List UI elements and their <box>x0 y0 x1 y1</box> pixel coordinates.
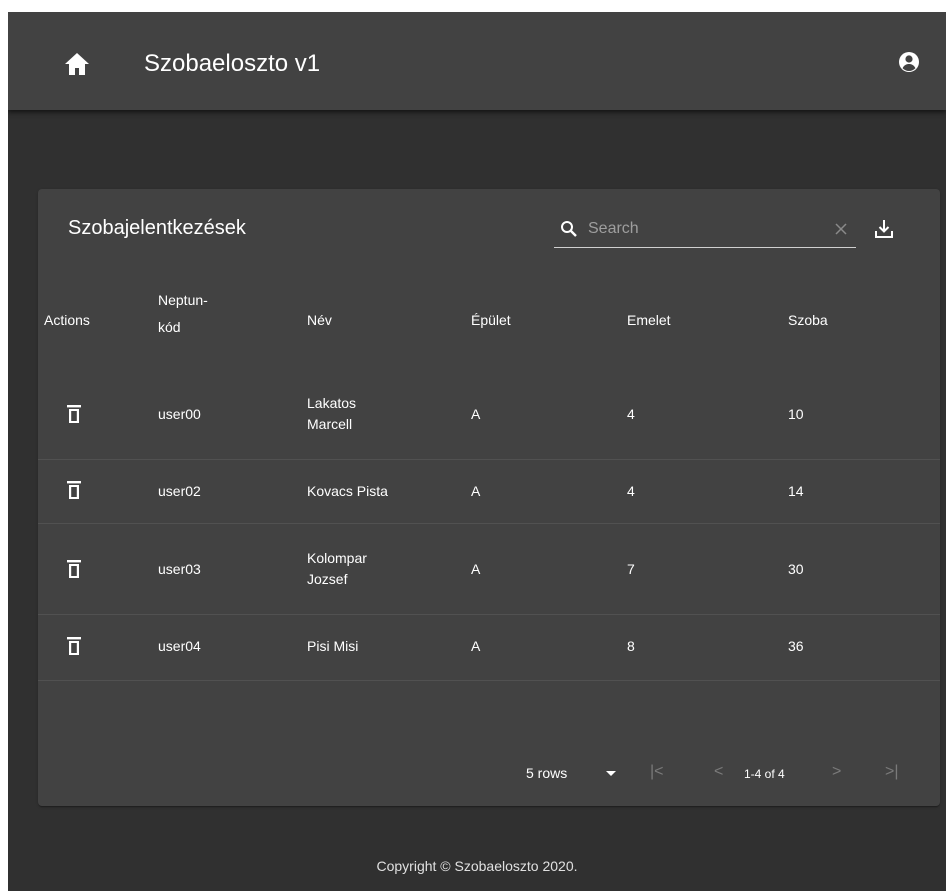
account-circle-icon[interactable] <box>897 50 921 74</box>
cell-room: 10 <box>788 406 804 422</box>
delete-icon[interactable] <box>66 636 82 656</box>
cell-room: 14 <box>788 483 804 499</box>
table-row: user02 Kovacs Pista A 4 14 <box>38 460 940 524</box>
column-header-room[interactable]: Szoba <box>788 310 828 331</box>
table-row: user04 Pisi Misi A 8 36 <box>38 615 940 681</box>
cell-building: A <box>471 483 481 499</box>
cell-name: Kolompar Jozsef <box>307 548 367 590</box>
cell-floor: 4 <box>627 483 635 499</box>
cell-floor: 4 <box>627 406 635 422</box>
clear-icon[interactable] <box>833 221 849 237</box>
search-icon <box>560 220 578 238</box>
registrations-table-card: Szobajelentkezések Actions Neptun- kód N… <box>38 189 940 806</box>
last-page-button[interactable]: >| <box>885 763 899 781</box>
delete-icon[interactable] <box>66 404 82 424</box>
app-root: Szobaeloszto v1 Szobajelentkezések Searc… <box>8 12 946 891</box>
home-icon[interactable] <box>64 52 90 76</box>
cell-neptun: user00 <box>158 406 201 422</box>
first-page-button[interactable]: |< <box>650 763 664 781</box>
pagination-bar: 5 rows |< < 1-4 of 4 > >| <box>38 753 940 793</box>
copyright-text: Copyright © Szobaeloszto 2020. <box>376 858 578 874</box>
column-header-floor[interactable]: Emelet <box>627 310 671 331</box>
cell-neptun: user04 <box>158 638 201 654</box>
table-row: user03 Kolompar Jozsef A 7 30 <box>38 524 940 615</box>
cell-name: Lakatos Marcell <box>307 393 356 435</box>
next-page-button[interactable]: > <box>832 763 841 781</box>
table-title: Szobajelentkezések <box>68 217 246 239</box>
column-header-neptun[interactable]: Neptun- kód <box>158 290 208 338</box>
cell-room: 36 <box>788 638 804 654</box>
cell-neptun: user02 <box>158 483 201 499</box>
cell-floor: 8 <box>627 638 635 654</box>
app-title: Szobaeloszto v1 <box>144 50 321 77</box>
cell-building: A <box>471 561 481 577</box>
cell-neptun: user03 <box>158 561 201 577</box>
cell-name: Pisi Misi <box>307 638 359 654</box>
column-header-actions: Actions <box>44 312 90 328</box>
column-header-neptun-line1: Neptun- <box>158 292 208 308</box>
cell-name-line1: Lakatos <box>307 395 357 411</box>
table-row: user00 Lakatos Marcell A 4 10 <box>38 369 940 460</box>
page-info: 1-4 of 4 <box>744 767 785 781</box>
dropdown-caret-icon[interactable] <box>606 771 616 776</box>
delete-icon[interactable] <box>66 559 82 579</box>
column-header-building[interactable]: Épület <box>471 310 511 331</box>
cell-building: A <box>471 638 481 654</box>
cell-name-line2: Marcell <box>307 416 353 432</box>
previous-page-button[interactable]: < <box>714 763 723 781</box>
cell-name-line2: Jozsef <box>307 571 348 587</box>
cell-floor: 7 <box>627 561 635 577</box>
search-field[interactable] <box>554 212 856 248</box>
app-bar: Szobaeloszto v1 <box>8 12 946 110</box>
search-input[interactable] <box>588 218 808 240</box>
column-header-name[interactable]: Név <box>307 310 332 331</box>
cell-name-line1: Kolompar <box>307 550 367 566</box>
rows-per-page-select[interactable]: 5 rows <box>526 765 567 781</box>
delete-icon[interactable] <box>66 480 82 500</box>
cell-room: 30 <box>788 561 804 577</box>
cell-name: Kovacs Pista <box>307 483 388 499</box>
column-header-neptun-line2: kód <box>158 319 181 335</box>
cell-building: A <box>471 406 481 422</box>
export-icon[interactable] <box>873 218 895 240</box>
